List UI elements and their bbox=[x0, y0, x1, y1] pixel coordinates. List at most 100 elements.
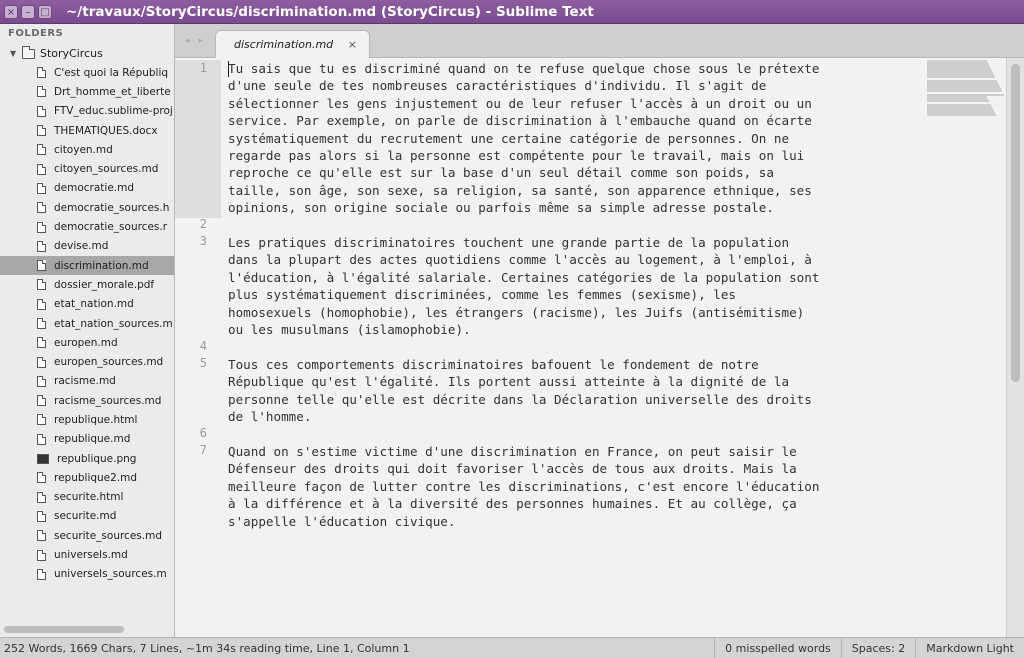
file-icon bbox=[37, 414, 46, 426]
sidebar: FOLDERS ▼ StoryCircus C'est quoi la Répu… bbox=[0, 24, 175, 637]
sidebar-file-label: republique.png bbox=[57, 452, 137, 465]
expand-triangle-icon[interactable]: ▼ bbox=[10, 49, 22, 58]
sidebar-file-item[interactable]: discrimination.md bbox=[0, 255, 174, 276]
file-icon bbox=[37, 375, 46, 387]
sidebar-file-item[interactable]: devise.md bbox=[0, 237, 174, 256]
sidebar-file-label: Drt_homme_et_liberte bbox=[54, 85, 171, 98]
minimap-line bbox=[927, 76, 995, 78]
sidebar-file-item[interactable]: etat_nation.md bbox=[0, 295, 174, 314]
line-number: 7 bbox=[199, 443, 207, 457]
sidebar-file-label: dossier_morale.pdf bbox=[54, 278, 155, 291]
minimap[interactable] bbox=[927, 60, 1005, 120]
line-number: 4 bbox=[199, 339, 207, 353]
title-bar: × – □ ~/travaux/StoryCircus/discriminati… bbox=[0, 0, 1024, 24]
editor-area[interactable]: 1 2 3 4 5 6 7 Tu sais que tu es discrimi… bbox=[175, 58, 1006, 637]
sidebar-file-item[interactable]: europen_sources.md bbox=[0, 352, 174, 371]
file-icon bbox=[37, 240, 46, 252]
image-file-icon bbox=[37, 453, 49, 464]
sidebar-file-item[interactable]: universels_sources.m bbox=[0, 565, 174, 584]
status-bar: 252 Words, 1669 Chars, 7 Lines, ~1m 34s … bbox=[0, 637, 1024, 658]
minimap-line bbox=[927, 90, 1002, 92]
line-number: 3 bbox=[199, 234, 207, 248]
tab-label: discrimination.md bbox=[234, 38, 334, 51]
file-icon bbox=[37, 337, 46, 349]
maximize-window-button[interactable]: □ bbox=[38, 4, 52, 19]
file-icon bbox=[37, 260, 46, 272]
file-icon bbox=[37, 279, 46, 291]
sidebar-file-item[interactable]: europen.md bbox=[0, 333, 174, 352]
code-text[interactable]: Tu sais que tu es discriminé quand on te… bbox=[228, 60, 918, 530]
sidebar-file-label: citoyen.md bbox=[54, 143, 113, 156]
file-icon bbox=[37, 144, 46, 156]
sidebar-file-item[interactable]: democratie.md bbox=[0, 179, 174, 198]
sidebar-file-item[interactable]: republique.md bbox=[0, 430, 174, 449]
file-icon bbox=[37, 318, 46, 329]
file-icon bbox=[37, 163, 46, 175]
file-icon bbox=[37, 105, 46, 117]
sidebar-file-item[interactable]: citoyen_sources.md bbox=[0, 159, 174, 178]
line-number: 6 bbox=[199, 426, 207, 440]
sidebar-file-item[interactable]: securite.html bbox=[0, 488, 174, 507]
sidebar-file-item[interactable]: republique.html bbox=[0, 410, 174, 429]
line-number: 5 bbox=[199, 356, 207, 370]
scrollbar-thumb[interactable] bbox=[1011, 64, 1020, 382]
sidebar-file-label: C'est quoi la Républiq bbox=[54, 66, 169, 79]
syntax-status[interactable]: Markdown Light bbox=[915, 638, 1024, 658]
sidebar-file-item[interactable]: republique.png bbox=[0, 449, 174, 468]
paragraph[interactable]: Les pratiques discriminatoires touchent … bbox=[228, 234, 918, 338]
sidebar-file-label: etat_nation_sources.m bbox=[54, 317, 173, 330]
file-icon bbox=[37, 549, 46, 561]
sidebar-file-item[interactable]: citoyen.md bbox=[0, 140, 174, 159]
close-window-button[interactable]: × bbox=[4, 4, 18, 19]
text-cursor bbox=[228, 61, 229, 77]
project-label: StoryCircus bbox=[40, 47, 103, 60]
tab-discrimination[interactable]: discrimination.md × bbox=[215, 30, 370, 58]
sidebar-file-item[interactable]: racisme_sources.md bbox=[0, 391, 174, 410]
sidebar-file-item[interactable]: C'est quoi la Républiq bbox=[0, 63, 174, 82]
file-icon bbox=[37, 86, 46, 98]
sidebar-horizontal-scrollbar[interactable] bbox=[4, 626, 124, 633]
minimap-line bbox=[927, 114, 996, 116]
sidebar-file-item[interactable]: democratie_sources.r bbox=[0, 217, 174, 236]
sidebar-file-item[interactable]: Drt_homme_et_liberte bbox=[0, 82, 174, 101]
sidebar-file-label: securite.md bbox=[54, 510, 117, 523]
editor-vertical-scrollbar[interactable] bbox=[1006, 58, 1024, 637]
sidebar-file-label: democratie_sources.r bbox=[54, 221, 168, 234]
line-number: 1 bbox=[199, 61, 207, 75]
minimize-window-button[interactable]: – bbox=[21, 4, 35, 19]
tab-scroll-arrows-icon[interactable]: ◂ ▸ bbox=[185, 36, 206, 46]
project-folder[interactable]: ▼ StoryCircus bbox=[0, 44, 174, 63]
paragraph[interactable]: Quand on s'estime victime d'une discrimi… bbox=[228, 443, 918, 530]
file-icon bbox=[37, 182, 46, 194]
paragraph[interactable]: Tous ces comportements discriminatoires … bbox=[228, 356, 918, 426]
paragraph[interactable]: Tu sais que tu es discriminé quand on te… bbox=[228, 60, 918, 217]
file-icon bbox=[37, 202, 46, 214]
minimap-line bbox=[927, 100, 989, 102]
file-list: C'est quoi la Républiq Drt_homme_et_liber… bbox=[0, 63, 174, 584]
window-title: ~/travaux/StoryCircus/discrimination.md … bbox=[66, 3, 594, 20]
sidebar-file-item[interactable]: etat_nation_sources.m bbox=[0, 314, 174, 333]
sidebar-file-label: democratie.md bbox=[54, 182, 135, 195]
sidebar-file-item[interactable]: dossier_morale.pdf bbox=[0, 275, 174, 294]
indentation-status[interactable]: Spaces: 2 bbox=[840, 638, 915, 658]
tab-close-icon[interactable]: × bbox=[348, 38, 357, 51]
sidebar-file-item[interactable]: THEMATIQUES.docx bbox=[0, 121, 174, 140]
sidebar-file-item[interactable]: democratie_sources.h bbox=[0, 198, 174, 217]
sidebar-file-label: citoyen_sources.md bbox=[54, 163, 159, 176]
folders-header: FOLDERS bbox=[8, 28, 64, 39]
status-info: 252 Words, 1669 Chars, 7 Lines, ~1m 34s … bbox=[4, 641, 410, 655]
sidebar-file-item[interactable]: FTV_educ.sublime-proj bbox=[0, 102, 174, 121]
sidebar-file-label: discrimination.md bbox=[54, 259, 149, 272]
sidebar-file-item[interactable]: securite_sources.md bbox=[0, 526, 174, 545]
spelling-status[interactable]: 0 misspelled words bbox=[714, 638, 841, 658]
current-line-highlight bbox=[175, 60, 221, 218]
sidebar-file-item[interactable]: racisme.md bbox=[0, 372, 174, 391]
sidebar-file-item[interactable]: securite.md bbox=[0, 507, 174, 526]
sidebar-file-label: FTV_educ.sublime-proj bbox=[54, 105, 173, 118]
sidebar-file-item[interactable]: republique2.md bbox=[0, 468, 174, 487]
line-gutter: 1 2 3 4 5 6 7 bbox=[175, 58, 225, 637]
file-icon bbox=[37, 298, 46, 310]
sidebar-file-item[interactable]: universels.md bbox=[0, 545, 174, 564]
line-number: 2 bbox=[199, 217, 207, 231]
file-icon bbox=[37, 433, 46, 445]
